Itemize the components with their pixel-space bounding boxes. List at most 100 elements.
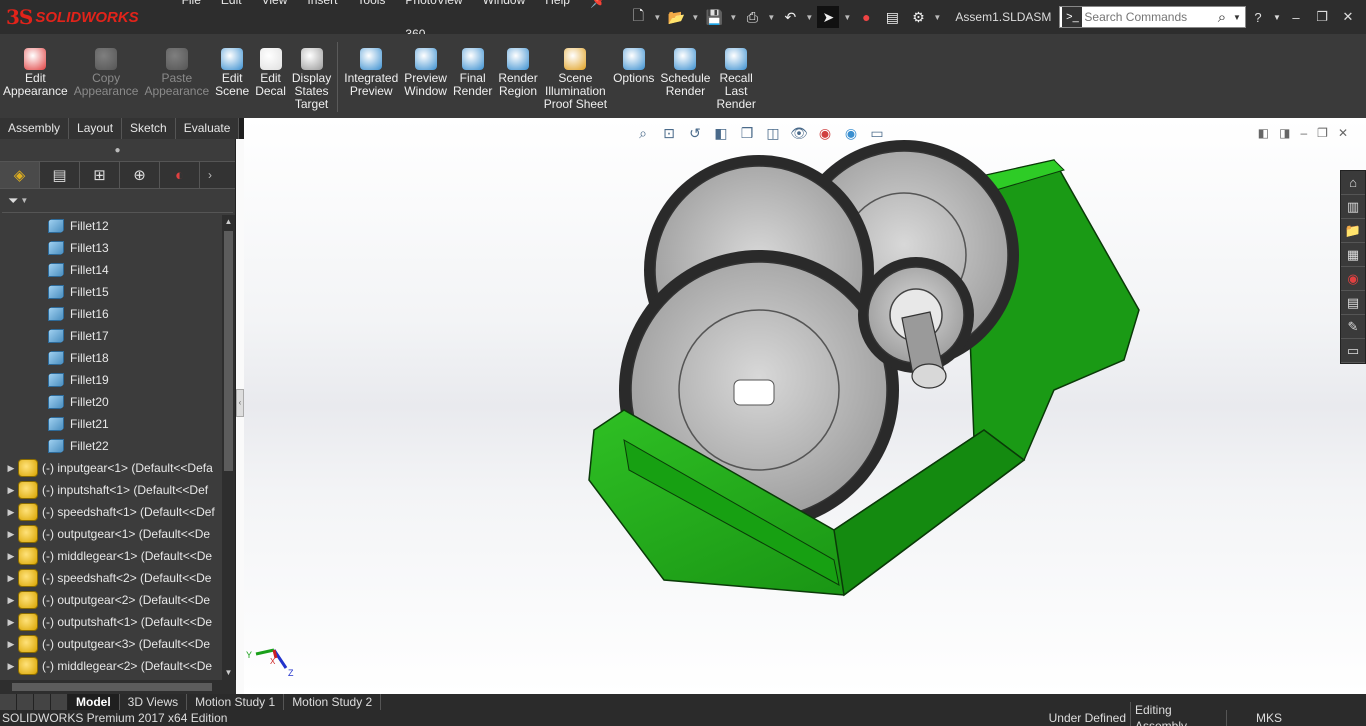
save-icon[interactable]: 💾 [703,6,725,28]
bottom-tab-motion-study-1[interactable]: Motion Study 1 [187,694,285,710]
search-dropdown-icon[interactable]: ▼ [1233,13,1245,22]
tree-component-item[interactable]: ▶ (-) inputshaft<1> (Default<<Def [0,479,222,501]
preview-window-button[interactable]: Preview Window [401,48,450,98]
new-dropdown-icon[interactable]: ▼ [653,13,661,22]
viewport-close-icon[interactable]: ✕ [1338,126,1348,140]
filter-dropdown-icon[interactable]: ▼ [20,196,28,205]
tree-component-item[interactable]: ▶ (-) middlegear<2> (Default<<De [0,655,222,677]
render-region-button[interactable]: Render Region [495,48,540,98]
tree-component-item[interactable]: ▶ (-) speedshaft<2> (Default<<De [0,567,222,589]
tree-feature-item[interactable]: Fillet20 [0,391,222,413]
custom-properties-icon[interactable]: ▤ [1341,291,1365,315]
tree-feature-item[interactable]: Fillet18 [0,347,222,369]
recall-last-render-button[interactable]: Recall Last Render [713,48,758,111]
display-pane-icon[interactable]: ▭ [1341,339,1365,363]
expand-arrow-icon[interactable]: ▶ [4,661,18,672]
tab-assembly[interactable]: Assembly [0,118,70,139]
dimxpert-manager-tab-icon[interactable]: ⊕ [120,162,160,188]
expand-arrow-icon[interactable]: ▶ [4,573,18,584]
bottom-tab-3d-views[interactable]: 3D Views [120,694,188,710]
tree-vertical-scrollbar[interactable]: ▲ ▼ [222,215,235,680]
tab-layout[interactable]: Layout [69,118,123,139]
expand-arrow-icon[interactable]: ▶ [4,617,18,628]
tree-filter[interactable]: ⏷ ▼ [2,189,233,213]
open-dropdown-icon[interactable]: ▼ [691,13,699,22]
search-commands-input[interactable] [1084,10,1211,24]
tab-evaluate[interactable]: Evaluate [175,118,240,139]
unit-system[interactable]: MKS [1226,710,1286,726]
rebuild-traffic-light-icon[interactable]: ● [855,6,877,28]
tree-component-item[interactable]: ▶ (-) outputgear<3> (Default<<De [0,633,222,655]
expand-arrow-icon[interactable]: ▶ [4,551,18,562]
tree-feature-item[interactable]: Fillet13 [0,237,222,259]
help-dropdown-icon[interactable]: ▼ [1272,13,1282,22]
tree-feature-item[interactable]: Fillet16 [0,303,222,325]
search-icon[interactable]: ⌕ [1211,9,1233,26]
bottom-tab-motion-study-2[interactable]: Motion Study 2 [284,694,382,710]
integrated-preview-button[interactable]: Integrated Preview [341,48,401,98]
tree-component-item[interactable]: ▶ (-) middlegear<1> (Default<<De [0,545,222,567]
property-manager-tab-icon[interactable]: ▤ [40,162,80,188]
options-button[interactable]: Options [610,48,657,85]
schedule-render-button[interactable]: Schedule Render [657,48,713,98]
edit-decal-button[interactable]: Edit Decal [252,48,289,98]
save-dropdown-icon[interactable]: ▼ [729,13,737,22]
viewport-collapse-right-icon[interactable]: ◨ [1279,126,1290,140]
scroll-thumb[interactable] [224,231,233,471]
restore-icon[interactable]: ❐ [1310,9,1334,25]
display-states-target-button[interactable]: Display States Target [289,48,334,111]
design-library-icon[interactable]: ▥ [1341,195,1365,219]
file-explorer-icon[interactable]: 📁 [1341,219,1365,243]
print-dropdown-icon[interactable]: ▼ [767,13,775,22]
tree-feature-item[interactable]: Fillet17 [0,325,222,347]
options-dropdown-icon[interactable]: ▼ [933,13,941,22]
appearances-scenes-icon[interactable]: ◉ [1341,267,1365,291]
graphics-viewport[interactable]: ⌕ ⊡ ↺ ◧ ❒ ◫ 👁 ◉ ◉ ▭ ◧ ◨ – ❐ ✕ Y Z X ⌂ ▥ … [244,118,1366,694]
solidworks-logo[interactable]: 3S SOLIDWORKS [0,0,150,34]
expand-arrow-icon[interactable]: ▶ [4,507,18,518]
filter-icon[interactable]: ⏷ [8,193,18,209]
copy-appearance-button[interactable]: Copy Appearance [71,48,142,98]
splitter-handle[interactable]: ‹ [236,389,244,417]
tree-component-item[interactable]: ▶ (-) outputgear<1> (Default<<De [0,523,222,545]
view-palette-icon[interactable]: ▦ [1341,243,1365,267]
tab-navigation-buttons[interactable] [0,694,68,710]
tree-horizontal-scrollbar[interactable] [0,680,236,694]
feature-manager-tab-icon[interactable]: ◈ [0,162,40,188]
tab-sketch[interactable]: Sketch [122,118,176,139]
tree-feature-item[interactable]: Fillet22 [0,435,222,457]
tree-component-item[interactable]: ▶ (-) inputgear<1> (Default<<Defa [0,457,222,479]
bottom-tab-model[interactable]: Model [68,694,120,710]
display-manager-tab-icon[interactable]: ◐ [160,162,200,188]
open-document-icon[interactable]: 📂 [665,6,687,28]
select-pointer-icon[interactable]: ➤ [817,6,840,28]
scroll-down-icon[interactable]: ▼ [222,666,235,680]
tree-component-item[interactable]: ▶ (-) outputshaft<1> (Default<<De [0,611,222,633]
edit-appearance-button[interactable]: Edit Appearance [0,48,71,98]
expand-arrow-icon[interactable]: ▶ [4,463,18,474]
viewport-restore-icon[interactable]: ❐ [1317,126,1328,140]
expand-arrow-icon[interactable]: ▶ [4,529,18,540]
more-tabs-chevron-icon[interactable]: › [200,162,220,188]
expand-arrow-icon[interactable]: ▶ [4,595,18,606]
panel-grip[interactable]: ● [0,139,235,161]
viewport-minimize-icon[interactable]: – [1300,126,1307,140]
minimize-icon[interactable]: – [1284,10,1308,25]
viewport-collapse-left-icon[interactable]: ◧ [1258,126,1269,140]
new-document-icon[interactable]: 🗋 [627,6,649,28]
tree-component-item[interactable]: ▶ (-) outputgear<2> (Default<<De [0,589,222,611]
tree-feature-item[interactable]: Fillet19 [0,369,222,391]
hscroll-thumb[interactable] [12,683,212,691]
tree-feature-item[interactable]: Fillet12 [0,215,222,237]
tree-feature-item[interactable]: Fillet15 [0,281,222,303]
select-dropdown-icon[interactable]: ▼ [843,13,851,22]
tree-component-item[interactable]: ▶ (-) speedshaft<1> (Default<<Def [0,501,222,523]
tree-feature-item[interactable]: Fillet14 [0,259,222,281]
edit-scene-button[interactable]: Edit Scene [212,48,252,98]
close-icon[interactable]: ✕ [1336,9,1360,25]
solidworks-forum-icon[interactable]: ✎ [1341,315,1365,339]
scene-illumination-proof-sheet-button[interactable]: Scene Illumination Proof Sheet [541,48,610,111]
print-icon[interactable]: ⎙ [741,6,763,28]
final-render-button[interactable]: Final Render [450,48,495,98]
undo-icon[interactable]: ↶ [779,6,801,28]
